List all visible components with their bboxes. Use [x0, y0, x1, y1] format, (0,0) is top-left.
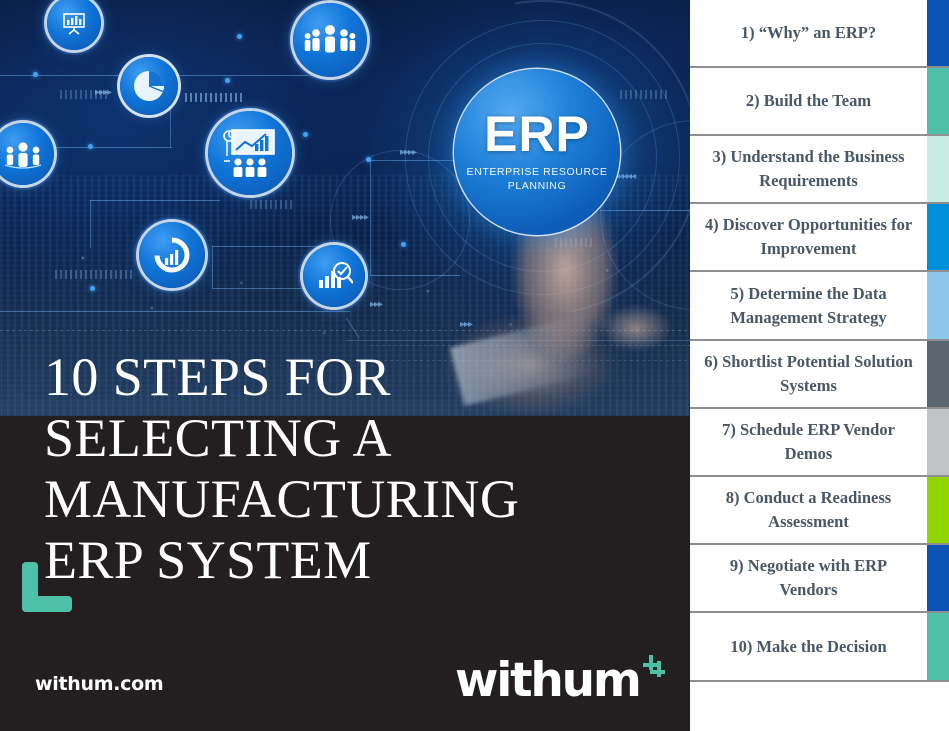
page-title-line-2: SELECTING A	[44, 408, 392, 469]
pie-chart-icon	[120, 57, 178, 115]
sidebar-step-label: 7) Schedule ERP Vendor Demos	[722, 420, 895, 463]
sidebar-step-6[interactable]: 6) Shortlist Potential Solution Systems	[690, 341, 949, 409]
hud-chevrons: ▸▸▸▸	[352, 212, 369, 223]
sidebar-step-label: 1) “Why” an ERP?	[740, 23, 877, 43]
sidebar-step-9[interactable]: 9) Negotiate with ERP Vendors	[690, 545, 949, 613]
sidebar-empty-row	[690, 682, 949, 731]
sidebar-step-color-swatch	[927, 477, 949, 543]
sidebar-step-2[interactable]: 2) Build the Team	[690, 68, 949, 136]
withum-cross-icon	[642, 655, 665, 677]
sidebar-step-label: 5) Determine the Data Management Strateg…	[730, 283, 887, 327]
sidebar-step-color-swatch	[927, 204, 949, 270]
website-url[interactable]: withum.com	[35, 673, 164, 695]
sidebar-step-label: 4) Discover Opportunities for Improvemen…	[704, 215, 913, 258]
hud-ticks	[250, 200, 295, 209]
sidebar-step-label: 9) Negotiate with ERP Vendors	[729, 556, 888, 599]
sidebar-step-1[interactable]: 1) “Why” an ERP?	[690, 0, 949, 68]
sidebar-empty-label	[690, 682, 927, 731]
sidebar-step-8[interactable]: 8) Conduct a Readiness Assessment	[690, 477, 949, 545]
hud-node	[33, 72, 38, 77]
hud-line	[0, 311, 350, 312]
hud-ticks	[185, 93, 245, 102]
hud-node	[88, 144, 93, 149]
steps-list: 1) “Why” an ERP? 2) Build the Team 3) Unde…	[690, 0, 949, 731]
page-title: 10 STEPS FOR SELECTING A MANUFACTURING E…	[44, 347, 644, 591]
hud-chevrons: ▸▸▸	[370, 299, 383, 310]
sidebar-step-color-swatch	[927, 341, 949, 407]
hud-node	[303, 132, 308, 137]
sidebar-step-label: 2) Build the Team	[745, 91, 872, 111]
sidebar-step-color-swatch	[927, 0, 949, 66]
sidebar-step-color-swatch	[927, 136, 949, 202]
donut-chart-icon	[139, 222, 205, 288]
hud-line	[212, 246, 213, 288]
hud-line	[212, 246, 327, 247]
page-title-line-4: ERP SYSTEM	[44, 530, 372, 591]
hud-node	[90, 286, 95, 291]
hud-line	[90, 200, 91, 248]
withum-wordmark: withum	[455, 653, 642, 708]
sidebar-step-7[interactable]: 7) Schedule ERP Vendor Demos	[690, 409, 949, 477]
infographic-page: ▸▸▸▸ ◂◂◂◂ ▸▸▸▸ ▸▸▸▸ ◂◂◂ ◂◂◂◂ ◂◂◂◂◂ ▸▸▸ ▸…	[0, 0, 949, 731]
sidebar-step-color-swatch	[927, 68, 949, 134]
hud-node	[225, 78, 230, 83]
sidebar-step-3[interactable]: 3) Understand the Business Requirements	[690, 136, 949, 204]
sidebar-step-color-swatch	[927, 613, 949, 680]
people-group-icon-2	[293, 3, 367, 77]
hud-node	[401, 242, 406, 247]
hud-node	[366, 157, 371, 162]
sidebar-step-label: 8) Conduct a Readiness Assessment	[725, 488, 892, 531]
sidebar-step-10[interactable]: 10) Make the Decision	[690, 613, 949, 682]
hud-ticks	[55, 270, 135, 279]
hud-line	[346, 317, 360, 339]
sidebar-empty-swatch	[927, 682, 949, 731]
erp-badge-title: ERP	[484, 105, 590, 162]
sidebar-step-4[interactable]: 4) Discover Opportunities for Improvemen…	[690, 204, 949, 272]
sidebar-step-color-swatch	[927, 545, 949, 611]
hud-chevrons: ▸▸▸▸	[95, 87, 112, 98]
hud-line	[90, 200, 220, 201]
chart-search-icon	[303, 245, 365, 307]
erp-badge-subtitle: ENTERPRISE RESOURCE PLANNING	[466, 166, 608, 193]
hud-ticks	[620, 90, 670, 99]
sidebar-step-label: 10) Make the Decision	[730, 636, 887, 656]
l-bracket-accent	[22, 562, 72, 612]
hud-chevrons: ▸▸▸▸	[400, 147, 417, 158]
sidebar-step-color-swatch	[927, 409, 949, 475]
sidebar-step-label: 3) Understand the Business Requirements	[712, 147, 905, 190]
presentation-chart-icon	[208, 111, 292, 195]
page-title-line-1: 10 STEPS FOR	[44, 347, 391, 407]
erp-badge: ERP ENTERPRISE RESOURCE PLANNING	[454, 69, 620, 235]
sidebar-step-5[interactable]: 5) Determine the Data Management Strateg…	[690, 272, 949, 341]
steps-sidebar: 1) “Why” an ERP? 2) Build the Team 3) Unde…	[690, 0, 949, 731]
page-title-line-3: MANUFACTURING	[44, 469, 520, 530]
left-panel: ▸▸▸▸ ◂◂◂◂ ▸▸▸▸ ▸▸▸▸ ◂◂◂ ◂◂◂◂ ◂◂◂◂◂ ▸▸▸ ▸…	[0, 0, 690, 731]
sidebar-step-label: 6) Shortlist Potential Solution Systems	[704, 352, 913, 395]
withum-logo: withum	[455, 653, 665, 708]
hud-line	[212, 288, 307, 289]
sidebar-step-color-swatch	[927, 272, 949, 339]
hud-line	[370, 160, 371, 275]
hud-node	[237, 34, 242, 39]
